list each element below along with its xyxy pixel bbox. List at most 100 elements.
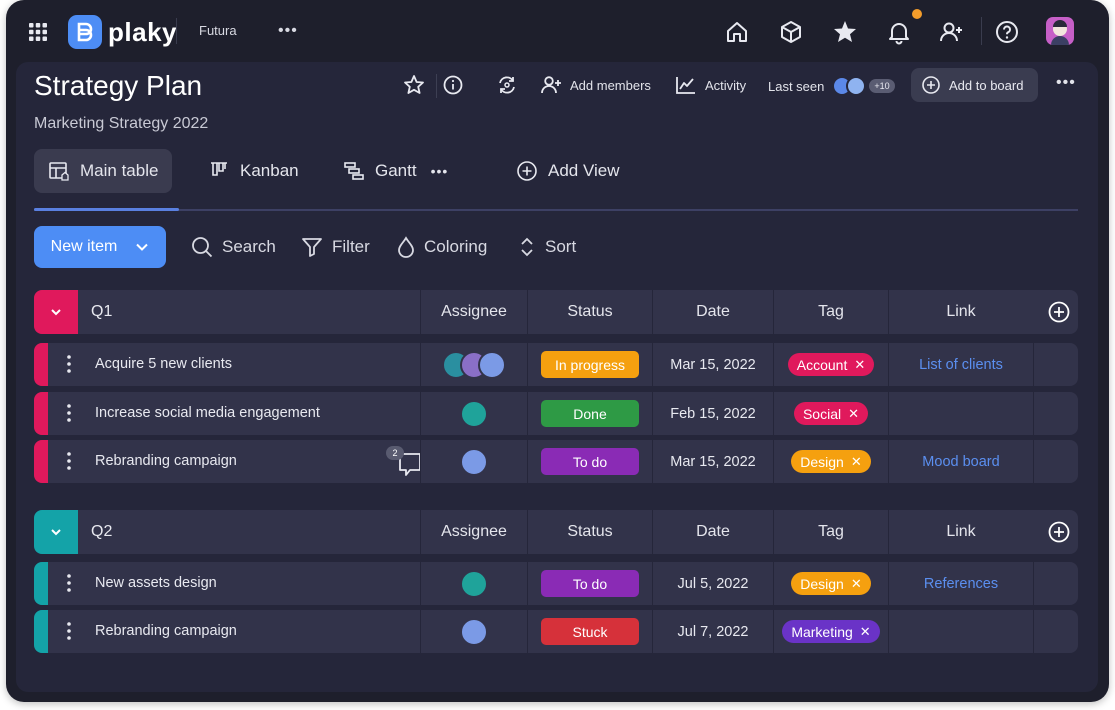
row-menu-icon[interactable] [66, 573, 72, 593]
add-view-button[interactable]: Add View [502, 149, 634, 193]
tag-chip[interactable]: Design✕ [791, 572, 871, 595]
item-name[interactable]: Acquire 5 new clients [95, 356, 232, 372]
tab-gantt[interactable]: Gantt ••• [329, 149, 462, 193]
close-icon[interactable]: ✕ [851, 576, 862, 592]
status-badge[interactable]: Done [541, 400, 639, 427]
link-cell[interactable]: References [888, 562, 1033, 605]
views-more-button[interactable]: ••• [431, 163, 449, 179]
tag-cell[interactable]: Social✕ [773, 392, 888, 435]
filter-button[interactable]: Filter [301, 234, 370, 260]
row-menu-icon[interactable] [66, 451, 72, 471]
status-cell[interactable]: To do [527, 562, 652, 605]
chevron-down-icon[interactable] [135, 240, 149, 254]
info-icon[interactable] [442, 74, 464, 96]
activity-button[interactable]: Activity [675, 72, 746, 98]
group-name[interactable]: Q1 [91, 303, 112, 321]
group-collapse-toggle[interactable] [34, 510, 78, 554]
item-name[interactable]: Rebranding campaign [95, 453, 237, 469]
table-row[interactable]: Rebranding campaign 2 To do Mar 15, 2022… [34, 440, 1078, 483]
column-header-date[interactable]: Date [652, 290, 773, 334]
sort-button[interactable]: Sort [518, 234, 576, 260]
item-name[interactable]: Increase social media engagement [95, 405, 320, 421]
tag-cell[interactable]: Account✕ [773, 343, 888, 386]
column-header-date[interactable]: Date [652, 510, 773, 554]
column-header-assignee[interactable]: Assignee [420, 510, 527, 554]
column-header-status[interactable]: Status [527, 290, 652, 334]
item-name[interactable]: New assets design [95, 575, 217, 591]
column-header-tag[interactable]: Tag [773, 510, 888, 554]
tag-cell[interactable]: Design✕ [773, 440, 888, 483]
close-icon[interactable]: ✕ [848, 406, 859, 422]
tag-chip[interactable]: Design✕ [791, 450, 871, 473]
add-members-button[interactable]: Add members [540, 72, 651, 98]
assignee-cell[interactable] [420, 343, 527, 386]
tag-cell[interactable]: Marketing✕ [773, 610, 888, 653]
add-user-icon[interactable] [938, 19, 964, 45]
bell-icon[interactable] [886, 19, 912, 45]
assignee-cell[interactable] [420, 562, 527, 605]
row-menu-icon[interactable] [66, 621, 72, 641]
add-to-board-button[interactable]: Add to board [911, 68, 1038, 102]
close-icon[interactable]: ✕ [860, 624, 871, 640]
status-badge[interactable]: To do [541, 448, 639, 475]
date-cell[interactable]: Mar 15, 2022 [652, 343, 773, 386]
plaky-logo[interactable]: plaky [68, 15, 177, 49]
link[interactable]: References [924, 576, 998, 592]
close-icon[interactable]: ✕ [851, 454, 862, 470]
tag-chip[interactable]: Account✕ [788, 353, 875, 376]
link-cell[interactable]: List of clients [888, 343, 1033, 386]
date-cell[interactable]: Jul 5, 2022 [652, 562, 773, 605]
table-row[interactable]: Acquire 5 new clients In progress Mar 15… [34, 343, 1078, 386]
status-cell[interactable]: Done [527, 392, 652, 435]
board-more-button[interactable]: ••• [1056, 74, 1076, 92]
link-cell[interactable] [888, 392, 1033, 435]
status-cell[interactable]: Stuck [527, 610, 652, 653]
assignee-cell[interactable] [420, 440, 527, 483]
last-seen[interactable]: Last seen +10 [768, 74, 895, 98]
star-icon[interactable] [832, 19, 858, 45]
coloring-button[interactable]: Coloring [397, 234, 487, 260]
status-badge[interactable]: Stuck [541, 618, 639, 645]
status-badge[interactable]: To do [541, 570, 639, 597]
group-collapse-toggle[interactable] [34, 290, 78, 334]
table-row[interactable]: Rebranding campaign Stuck Jul 7, 2022 Ma… [34, 610, 1078, 653]
row-menu-icon[interactable] [66, 403, 72, 423]
date-cell[interactable]: Feb 15, 2022 [652, 392, 773, 435]
workspace-more-button[interactable]: ••• [278, 22, 298, 40]
favorite-star-icon[interactable] [403, 74, 425, 96]
help-icon[interactable] [994, 19, 1020, 45]
user-avatar[interactable] [1046, 17, 1074, 45]
table-row[interactable]: Increase social media engagement Done Fe… [34, 392, 1078, 435]
tag-cell[interactable]: Design✕ [773, 562, 888, 605]
close-icon[interactable]: ✕ [854, 357, 865, 373]
tag-chip[interactable]: Marketing✕ [782, 620, 879, 643]
column-header-tag[interactable]: Tag [773, 290, 888, 334]
date-cell[interactable]: Jul 7, 2022 [652, 610, 773, 653]
tag-chip[interactable]: Social✕ [794, 402, 868, 425]
column-header-link[interactable]: Link [888, 290, 1033, 334]
status-cell[interactable]: In progress [527, 343, 652, 386]
row-menu-icon[interactable] [66, 354, 72, 374]
sync-icon[interactable] [496, 74, 518, 96]
group-name[interactable]: Q2 [91, 523, 112, 541]
link[interactable]: List of clients [919, 357, 1003, 373]
column-header-assignee[interactable]: Assignee [420, 290, 527, 334]
tab-kanban[interactable]: Kanban [194, 149, 313, 193]
date-cell[interactable]: Mar 15, 2022 [652, 440, 773, 483]
item-name[interactable]: Rebranding campaign [95, 623, 237, 639]
add-column-icon[interactable] [1048, 521, 1070, 543]
box-icon[interactable] [778, 19, 804, 45]
home-icon[interactable] [724, 19, 750, 45]
tab-main-table[interactable]: Main table [34, 149, 172, 193]
table-row[interactable]: New assets design To do Jul 5, 2022 Desi… [34, 562, 1078, 605]
assignee-cell[interactable] [420, 610, 527, 653]
link[interactable]: Mood board [922, 454, 999, 470]
status-badge[interactable]: In progress [541, 351, 639, 378]
workspace-name[interactable]: Futura [199, 23, 237, 38]
link-cell[interactable] [888, 610, 1033, 653]
new-item-button[interactable]: New item [34, 226, 166, 268]
column-header-link[interactable]: Link [888, 510, 1033, 554]
status-cell[interactable]: To do [527, 440, 652, 483]
link-cell[interactable]: Mood board [888, 440, 1033, 483]
assignee-cell[interactable] [420, 392, 527, 435]
